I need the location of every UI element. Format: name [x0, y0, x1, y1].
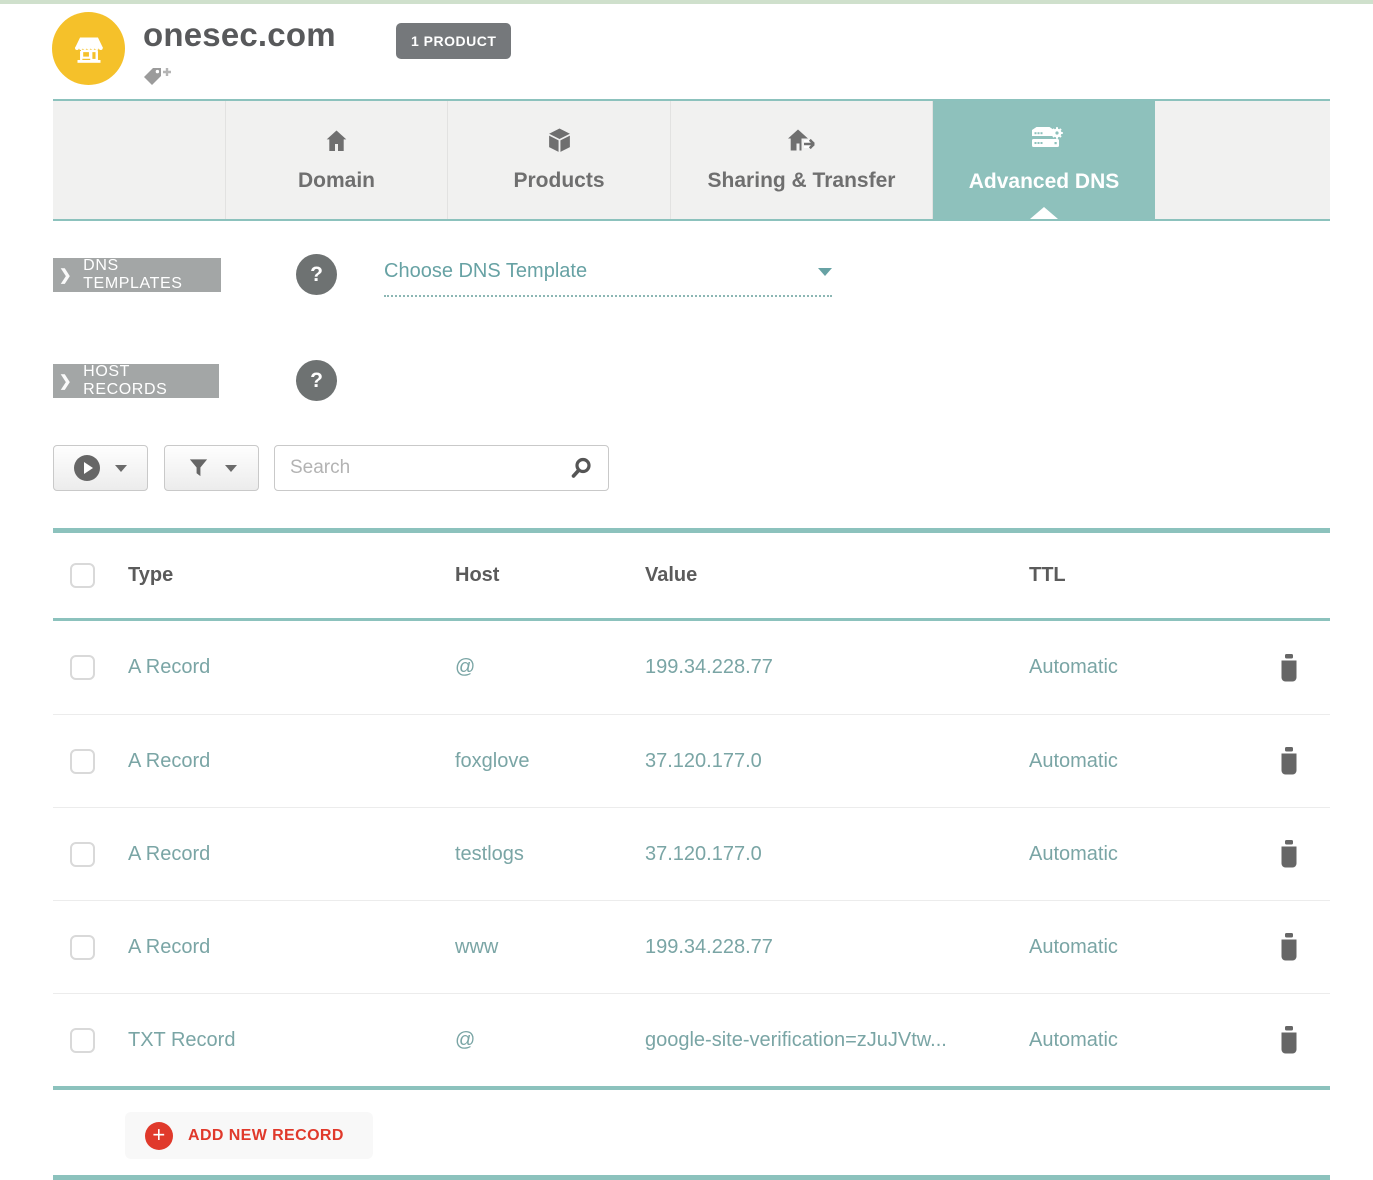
table-row[interactable]: A Record foxglove 37.120.177.0 Automatic — [53, 714, 1330, 807]
tab-products[interactable]: Products — [448, 101, 671, 219]
host-records-table: Type Host Value TTL A Record @ 199.34.22… — [53, 528, 1330, 1090]
row-checkbox[interactable] — [70, 935, 95, 960]
delete-record-icon[interactable] — [1275, 839, 1303, 869]
chevron-down-icon — [818, 268, 832, 276]
dns-template-select-value: Choose DNS Template — [384, 260, 587, 283]
record-ttl: Automatic — [1029, 936, 1275, 959]
column-header-type: Type — [128, 564, 455, 587]
record-host: @ — [455, 656, 645, 679]
filter-funnel-icon — [187, 456, 210, 480]
page-title: onesec.com — [143, 16, 336, 54]
table-row[interactable]: TXT Record @ google-site-verification=zJ… — [53, 993, 1330, 1086]
ribbon-chevron-icon: ❯ — [59, 372, 72, 390]
record-type: A Record — [128, 843, 455, 866]
section-title: DNS TEMPLATES — [83, 257, 201, 293]
tab-label: Domain — [298, 169, 375, 193]
record-value: google-site-verification=zJuJVtw... — [645, 1029, 1029, 1052]
record-ttl: Automatic — [1029, 656, 1275, 679]
record-type: A Record — [128, 936, 455, 959]
house-transfer-icon — [784, 127, 820, 154]
storefront-icon — [66, 26, 112, 72]
tab-spacer — [53, 101, 226, 219]
filter-dropdown[interactable] — [164, 445, 259, 491]
add-new-record-label: ADD NEW RECORD — [188, 1127, 344, 1145]
add-tag-icon — [142, 66, 174, 92]
delete-record-icon[interactable] — [1275, 1025, 1303, 1055]
page: onesec.com 1 PRODUCT Domain Products — [0, 0, 1373, 1180]
record-ttl: Automatic — [1029, 843, 1275, 866]
record-value: 199.34.228.77 — [645, 656, 1029, 679]
product-count-badge: 1 PRODUCT — [396, 23, 511, 59]
record-host: testlogs — [455, 843, 645, 866]
delete-record-icon[interactable] — [1275, 932, 1303, 962]
row-checkbox[interactable] — [70, 842, 95, 867]
tab-label: Sharing & Transfer — [708, 169, 896, 193]
bulk-actions-dropdown[interactable] — [53, 445, 148, 491]
record-host: foxglove — [455, 750, 645, 773]
record-ttl: Automatic — [1029, 750, 1275, 773]
search-icon[interactable] — [569, 456, 593, 480]
section-title: HOST RECORDS — [83, 363, 199, 399]
question-icon: ? — [310, 369, 323, 393]
chevron-down-icon — [225, 465, 237, 472]
record-value: 199.34.228.77 — [645, 936, 1029, 959]
add-new-record-button[interactable]: + ADD NEW RECORD — [125, 1112, 373, 1159]
row-checkbox[interactable] — [70, 655, 95, 680]
play-icon — [74, 455, 100, 481]
table-row[interactable]: A Record @ 199.34.228.77 Automatic — [53, 621, 1330, 714]
tab-sharing-transfer[interactable]: Sharing & Transfer — [671, 101, 933, 219]
record-ttl: Automatic — [1029, 1029, 1275, 1052]
record-host: www — [455, 936, 645, 959]
home-icon — [323, 128, 350, 154]
delete-record-icon[interactable] — [1275, 653, 1303, 683]
ribbon-chevron-icon: ❯ — [59, 266, 72, 284]
table-row[interactable]: A Record www 199.34.228.77 Automatic — [53, 900, 1330, 993]
dns-templates-section-label: ❯ DNS TEMPLATES — [53, 258, 221, 292]
plus-icon: + — [145, 1122, 173, 1150]
tab-label: Products — [513, 169, 604, 193]
dns-server-gear-icon — [1024, 126, 1064, 155]
record-type: TXT Record — [128, 1029, 455, 1052]
box-icon — [546, 127, 573, 154]
record-type: A Record — [128, 656, 455, 679]
active-tab-notch — [1030, 207, 1058, 219]
select-all-checkbox[interactable] — [70, 563, 95, 588]
tab-label: Advanced DNS — [969, 170, 1120, 194]
record-type: A Record — [128, 750, 455, 773]
row-checkbox[interactable] — [70, 749, 95, 774]
tab-domain[interactable]: Domain — [226, 101, 448, 219]
host-records-help-button[interactable]: ? — [296, 360, 337, 401]
table-bottom-border — [53, 1086, 1330, 1090]
column-header-host: Host — [455, 564, 645, 587]
record-value: 37.120.177.0 — [645, 843, 1029, 866]
add-tag-button[interactable] — [142, 66, 174, 92]
tab-advanced-dns[interactable]: Advanced DNS — [933, 101, 1155, 219]
question-icon: ? — [310, 263, 323, 287]
record-value: 37.120.177.0 — [645, 750, 1029, 773]
search-box — [274, 445, 609, 491]
record-host: @ — [455, 1029, 645, 1052]
domain-avatar — [52, 12, 125, 85]
bottom-accent-line — [53, 1175, 1330, 1180]
column-header-value: Value — [645, 564, 1029, 587]
column-header-ttl: TTL — [1029, 564, 1275, 587]
table-header-row: Type Host Value TTL — [53, 533, 1330, 618]
dns-templates-help-button[interactable]: ? — [296, 254, 337, 295]
table-row[interactable]: A Record testlogs 37.120.177.0 Automatic — [53, 807, 1330, 900]
row-checkbox[interactable] — [70, 1028, 95, 1053]
chevron-down-icon — [115, 465, 127, 472]
dns-template-select[interactable]: Choose DNS Template — [384, 260, 832, 297]
top-accent-strip — [0, 0, 1373, 4]
search-input[interactable] — [290, 457, 569, 479]
delete-record-icon[interactable] — [1275, 746, 1303, 776]
tab-filler — [1155, 101, 1330, 219]
host-records-section-label: ❯ HOST RECORDS — [53, 364, 219, 398]
tab-bar: Domain Products Sharing & Transfer — [53, 99, 1330, 221]
